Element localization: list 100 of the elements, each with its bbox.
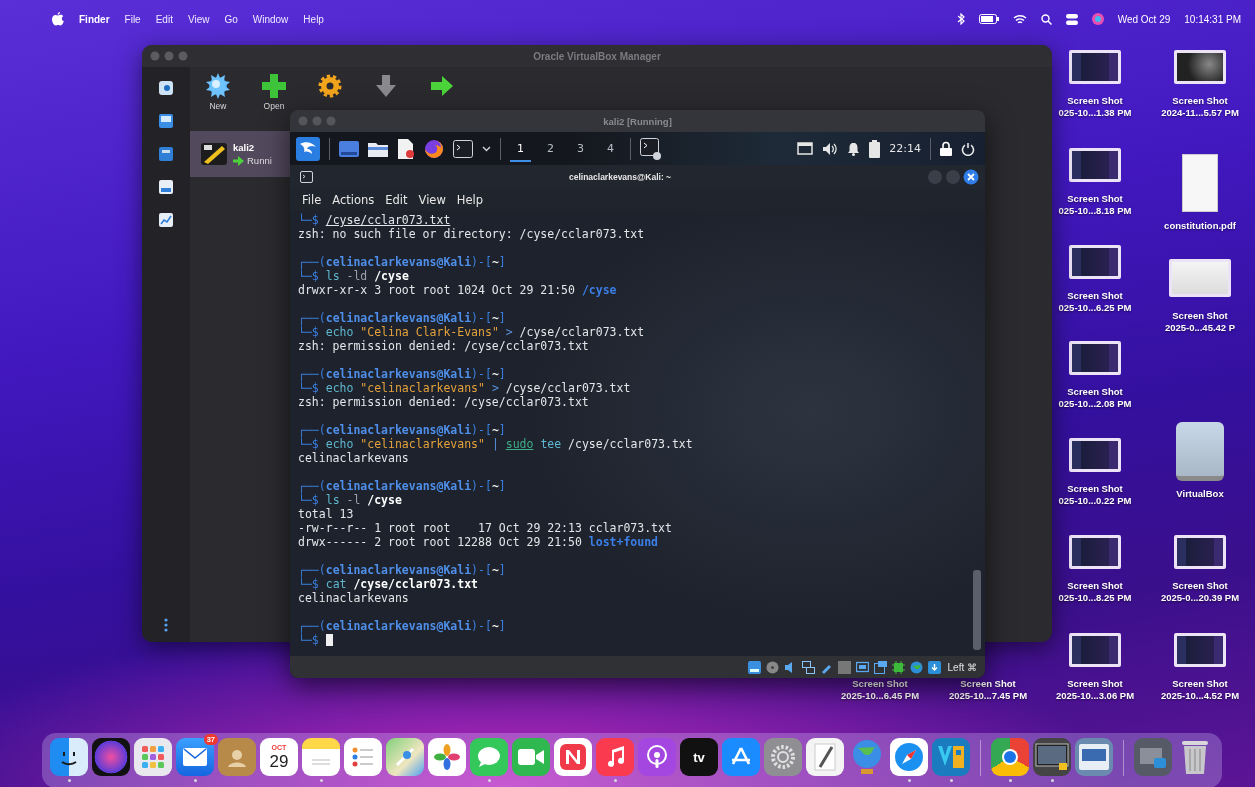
desktop-icon-label[interactable]: 025-10...0.22 PM (1058, 495, 1132, 507)
dock-item[interactable]: tv (680, 738, 718, 776)
desktop-icon-label[interactable]: Screen Shot (1067, 386, 1123, 398)
dock-item[interactable] (1033, 738, 1071, 776)
right-arrow-icon[interactable] (429, 73, 455, 99)
search-icon[interactable] (1040, 13, 1052, 25)
toolbar-label[interactable]: Open (263, 101, 285, 111)
desktop-icon-label[interactable]: 2025-10...6.45 PM (840, 690, 920, 702)
bluetooth-icon[interactable] (956, 13, 965, 25)
menu-item[interactable]: Window (252, 13, 289, 25)
menu-item[interactable]: Edit (385, 193, 408, 207)
menu-item[interactable]: Actions (332, 193, 375, 207)
image-thumbnail[interactable] (1169, 259, 1231, 297)
desktop-icon-label[interactable]: 025-10...2.08 PM (1058, 398, 1132, 410)
fox-globe-icon[interactable] (424, 138, 444, 159)
menu-item[interactable]: View (418, 193, 446, 207)
desktop-icon-label[interactable]: Screen Shot (1172, 580, 1228, 592)
desktop-icon-label[interactable]: 025-10...8.18 PM (1058, 205, 1132, 217)
window-controls-icon[interactable] (927, 169, 979, 185)
terminal-icon[interactable] (453, 139, 473, 158)
caret-icon[interactable] (482, 145, 491, 152)
screenshot-thumbnail[interactable] (1069, 245, 1121, 279)
arrow-square-icon[interactable] (927, 660, 941, 674)
speaker-icon[interactable] (822, 141, 839, 156)
menu-item[interactable]: File (302, 193, 322, 207)
starburst-icon[interactable] (205, 73, 231, 99)
gear-icon[interactable] (317, 73, 343, 99)
workspace-tab[interactable]: 1 (510, 135, 531, 162)
app-menu[interactable]: Finder (79, 13, 110, 25)
menu-item[interactable]: Help (303, 13, 324, 25)
screenshot-thumbnail[interactable] (1174, 633, 1226, 667)
desktop-icon-label[interactable]: Screen Shot (1067, 580, 1123, 592)
desktop-icon-label[interactable]: 2024-11...5.57 PM (1161, 107, 1239, 119)
workspace-tab[interactable]: 3 (570, 135, 591, 162)
vm-list-item[interactable]: kali2 Runni (190, 131, 290, 177)
menu-item[interactable]: Edit (155, 13, 173, 25)
dock-item[interactable] (991, 738, 1029, 776)
dragon-logo-icon[interactable] (296, 136, 320, 161)
desktop-icon-label[interactable]: VirtualBox (1176, 488, 1224, 500)
screenshot-thumbnail[interactable] (1069, 341, 1121, 375)
menu-item[interactable]: Help (456, 193, 484, 207)
desktop-icon-label[interactable]: Screen Shot (1172, 310, 1228, 322)
battery-icon[interactable] (978, 14, 999, 24)
network-icon[interactable] (801, 660, 815, 674)
desktop-icon-label[interactable]: 025-10...6.25 PM (1058, 302, 1132, 314)
toolbar-label[interactable]: New (209, 101, 227, 111)
screenshot-thumbnail[interactable] (1069, 438, 1121, 472)
display-icon[interactable] (855, 660, 869, 674)
optical-disc-icon[interactable] (765, 660, 779, 674)
desktop-icon-label[interactable]: Screen Shot (1067, 678, 1123, 690)
globe-icon[interactable] (909, 660, 923, 674)
tool-icon[interactable] (159, 81, 173, 95)
menu-item[interactable]: File (124, 13, 141, 25)
battery-icon[interactable] (869, 139, 881, 158)
workspace-tab[interactable]: 4 (600, 135, 621, 162)
desktop-icon-label[interactable]: constitution.pdf (1164, 220, 1236, 232)
shared-folder-icon[interactable] (837, 660, 851, 674)
chip-icon[interactable] (891, 660, 905, 674)
orb-icon[interactable] (1091, 13, 1104, 25)
power-icon[interactable] (961, 141, 975, 156)
menu-bar-time[interactable]: 10:14:31 PM (1184, 13, 1241, 25)
desktop-icon-label[interactable]: Screen Shot (852, 678, 908, 690)
desktop-icon-label[interactable]: 025-10...8.25 PM (1058, 592, 1132, 604)
wifi-icon[interactable] (1012, 13, 1027, 25)
plus-icon[interactable] (261, 73, 287, 99)
media-icon[interactable] (159, 180, 173, 194)
desktop-icon-label[interactable]: Screen Shot (1067, 193, 1123, 205)
desktop-icon-label[interactable]: Screen Shot (1067, 290, 1123, 302)
desktop-icon-label[interactable]: 2025-10...7.45 PM (948, 690, 1028, 702)
window-icon[interactable] (797, 142, 814, 155)
desktop-icon[interactable] (339, 139, 359, 158)
screenshot-thumbnail[interactable] (1069, 50, 1121, 84)
screenshot-thumbnail[interactable] (1174, 535, 1226, 569)
desktop-icon-label[interactable]: 2025-10...3.06 PM (1055, 690, 1135, 702)
extension-icon[interactable] (159, 147, 173, 161)
desktop-icon-label[interactable]: 2025-10...4.52 PM (1160, 690, 1240, 702)
recording-icon[interactable] (873, 660, 887, 674)
more-icon[interactable] (164, 618, 168, 632)
panel-clock[interactable]: 22:14 (889, 142, 921, 155)
screenshot-thumbnail[interactable] (1069, 148, 1121, 182)
dock-item[interactable] (50, 738, 88, 776)
down-arrow-icon[interactable] (373, 73, 399, 99)
menu-bar-date[interactable]: Wed Oct 29 (1117, 13, 1171, 25)
desktop-icon-label[interactable]: Screen Shot (1172, 678, 1228, 690)
activity-icon[interactable] (159, 213, 173, 227)
screenshot-thumbnail[interactable] (1069, 535, 1121, 569)
document-thumbnail[interactable] (1182, 154, 1218, 212)
bell-icon[interactable] (847, 141, 861, 156)
desktop-icon-label[interactable]: Screen Shot (1172, 95, 1228, 107)
control-center-icon[interactable] (1065, 13, 1078, 25)
screenshot-thumbnail[interactable] (1069, 633, 1121, 667)
desktop-icon-label[interactable]: Screen Shot (1067, 483, 1123, 495)
menu-item[interactable]: Go (224, 13, 238, 25)
desktop-icon-label[interactable]: 025-10...1.38 PM (1058, 107, 1132, 119)
workspace-tab[interactable]: 2 (540, 135, 561, 162)
desktop-icon-label[interactable]: 2025-0...20.39 PM (1160, 592, 1240, 604)
terminal-icon[interactable] (640, 137, 662, 160)
logo-icon[interactable] (52, 12, 64, 26)
machine-icon[interactable] (159, 114, 173, 128)
menu-item[interactable]: View (187, 13, 210, 25)
